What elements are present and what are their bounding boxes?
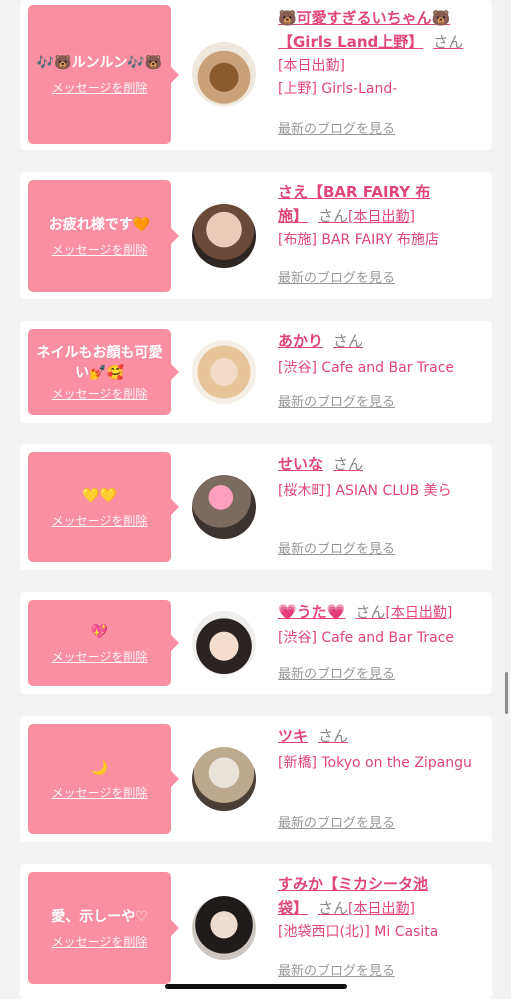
message-bubble: 🎶🐻ルンルン🎶🐻 メッセージを削除 — [28, 5, 179, 144]
latest-blog-link[interactable]: 最新のブログを見る — [278, 665, 395, 685]
delete-message-link[interactable]: メッセージを削除 — [52, 512, 148, 529]
message-bubble: 💖 メッセージを削除 — [28, 600, 179, 686]
message-text: お疲れ様です🧡 — [48, 216, 151, 233]
cast-info: さえ【BAR FAIRY 布 施】 さん[本日出勤] [布施] BAR FAIRY… — [278, 180, 488, 252]
message-bubble: お疲れ様です🧡 メッセージを削除 — [28, 180, 179, 292]
shop-name[interactable]: [渋谷] Cafe and Bar Trace — [278, 357, 488, 380]
avatar[interactable] — [192, 747, 256, 811]
san-suffix: さん — [433, 33, 464, 51]
message-card: ネイルもお顔も可愛い💅🥰 メッセージを削除 あかり さん [渋谷] Cafe an… — [20, 321, 492, 423]
delete-message-link[interactable]: メッセージを削除 — [52, 385, 148, 402]
latest-blog-link[interactable]: 最新のブログを見る — [278, 540, 395, 560]
message-card: 愛、示しーや♡ メッセージを削除 すみか【ミカシータ池 袋】 さん[本日出勤] [… — [20, 864, 492, 999]
san-suffix: さん — [318, 207, 349, 225]
home-indicator[interactable] — [165, 984, 347, 989]
shop-name[interactable]: [布施] BAR FAIRY 布施店 — [278, 229, 488, 252]
cast-name[interactable]: すみか【ミカシータ池 — [278, 872, 488, 896]
san-suffix: さん — [355, 603, 386, 621]
cast-name[interactable]: ツキ さん — [278, 724, 488, 748]
cast-name[interactable]: あかり さん — [278, 329, 488, 353]
message-bubble: 🌙 メッセージを削除 — [28, 724, 179, 834]
cast-info: あかり さん [渋谷] Cafe and Bar Trace — [278, 329, 488, 380]
san-suffix: さん — [318, 727, 349, 745]
cast-name[interactable]: さえ【BAR FAIRY 布 — [278, 180, 488, 204]
message-card: お疲れ様です🧡 メッセージを削除 さえ【BAR FAIRY 布 施】 さん[本日出… — [20, 172, 492, 299]
message-text: 💖 — [90, 623, 109, 640]
latest-blog-link[interactable]: 最新のブログを見る — [278, 814, 395, 834]
delete-message-link[interactable]: メッセージを削除 — [52, 784, 148, 801]
latest-blog-link[interactable]: 最新のブログを見る — [278, 962, 395, 982]
scrollbar[interactable] — [505, 672, 508, 714]
san-suffix: さん — [333, 455, 364, 473]
avatar[interactable] — [192, 340, 256, 404]
delete-message-link[interactable]: メッセージを削除 — [52, 933, 148, 950]
avatar[interactable] — [192, 204, 256, 268]
cast-info: せいな さん [桜木町] ASIAN CLUB 美ら — [278, 452, 488, 503]
avatar[interactable] — [192, 896, 256, 960]
cast-name[interactable]: せいな さん — [278, 452, 488, 476]
cast-name-cont[interactable]: 施】 さん[本日出勤] — [278, 204, 488, 229]
message-card: 💖 メッセージを削除 💗うた💗 さん[本日出勤] [渋谷] Cafe and Ba… — [20, 592, 492, 694]
shop-name[interactable]: [渋谷] Cafe and Bar Trace — [278, 627, 488, 650]
message-card: 🌙 メッセージを削除 ツキ さん [新橋] Tokyo on the Zipang… — [20, 716, 492, 842]
attendance-badge: [本日出勤] — [385, 605, 453, 621]
attendance-badge: [本日出勤] — [348, 209, 415, 225]
cast-name-cont[interactable]: 袋】 さん[本日出勤] — [278, 896, 488, 921]
shop-name[interactable]: [桜木町] ASIAN CLUB 美ら — [278, 480, 488, 503]
message-card: 💛💛 メッセージを削除 せいな さん [桜木町] ASIAN CLUB 美ら 最新… — [20, 444, 492, 570]
cast-name[interactable]: 💗うた💗 さん[本日出勤] — [278, 600, 488, 625]
message-bubble: 愛、示しーや♡ メッセージを削除 — [28, 872, 179, 984]
message-bubble: ネイルもお顔も可愛い💅🥰 メッセージを削除 — [28, 329, 179, 415]
cast-info: 🐻可愛すぎるいちゃん🐻 【Girls Land上野】 さん [本日出勤] [上野]… — [278, 6, 488, 101]
cast-name-cont[interactable]: 【Girls Land上野】 さん — [278, 30, 488, 54]
attendance-badge: [本日出勤] — [278, 58, 345, 74]
message-bubble: 💛💛 メッセージを削除 — [28, 452, 179, 562]
message-text: 愛、示しーや♡ — [51, 908, 148, 925]
latest-blog-link[interactable]: 最新のブログを見る — [278, 269, 395, 289]
message-text: ネイルもお顔も可愛い💅🥰 — [36, 344, 163, 381]
shop-name[interactable]: [池袋西口(北)] Mi Casita — [278, 921, 488, 944]
latest-blog-link[interactable]: 最新のブログを見る — [278, 120, 395, 140]
shop-name[interactable]: [上野] Girls-Land- — [278, 78, 488, 101]
avatar[interactable] — [192, 611, 256, 675]
message-text: 💛💛 — [82, 487, 117, 504]
attendance-badge: [本日出勤] — [348, 901, 415, 917]
message-text: 🌙 — [90, 759, 109, 776]
cast-name[interactable]: 🐻可愛すぎるいちゃん🐻 — [278, 6, 488, 30]
cast-info: すみか【ミカシータ池 袋】 さん[本日出勤] [池袋西口(北)] Mi Casit… — [278, 872, 488, 944]
delete-message-link[interactable]: メッセージを削除 — [52, 241, 148, 258]
delete-message-link[interactable]: メッセージを削除 — [52, 79, 148, 96]
san-suffix: さん — [333, 332, 364, 350]
avatar[interactable] — [192, 475, 256, 539]
cast-info: 💗うた💗 さん[本日出勤] [渋谷] Cafe and Bar Trace — [278, 600, 488, 650]
shop-name[interactable]: [新橋] Tokyo on the Zipangu — [278, 752, 488, 775]
latest-blog-link[interactable]: 最新のブログを見る — [278, 393, 395, 413]
message-text: 🎶🐻ルンルン🎶🐻 — [36, 55, 163, 71]
delete-message-link[interactable]: メッセージを削除 — [52, 648, 148, 665]
avatar[interactable] — [192, 42, 256, 106]
message-card: 🎶🐻ルンルン🎶🐻 メッセージを削除 🐻可愛すぎるいちゃん🐻 【Girls Lan… — [20, 0, 492, 150]
cast-info: ツキ さん [新橋] Tokyo on the Zipangu — [278, 724, 488, 775]
san-suffix: さん — [318, 899, 349, 917]
